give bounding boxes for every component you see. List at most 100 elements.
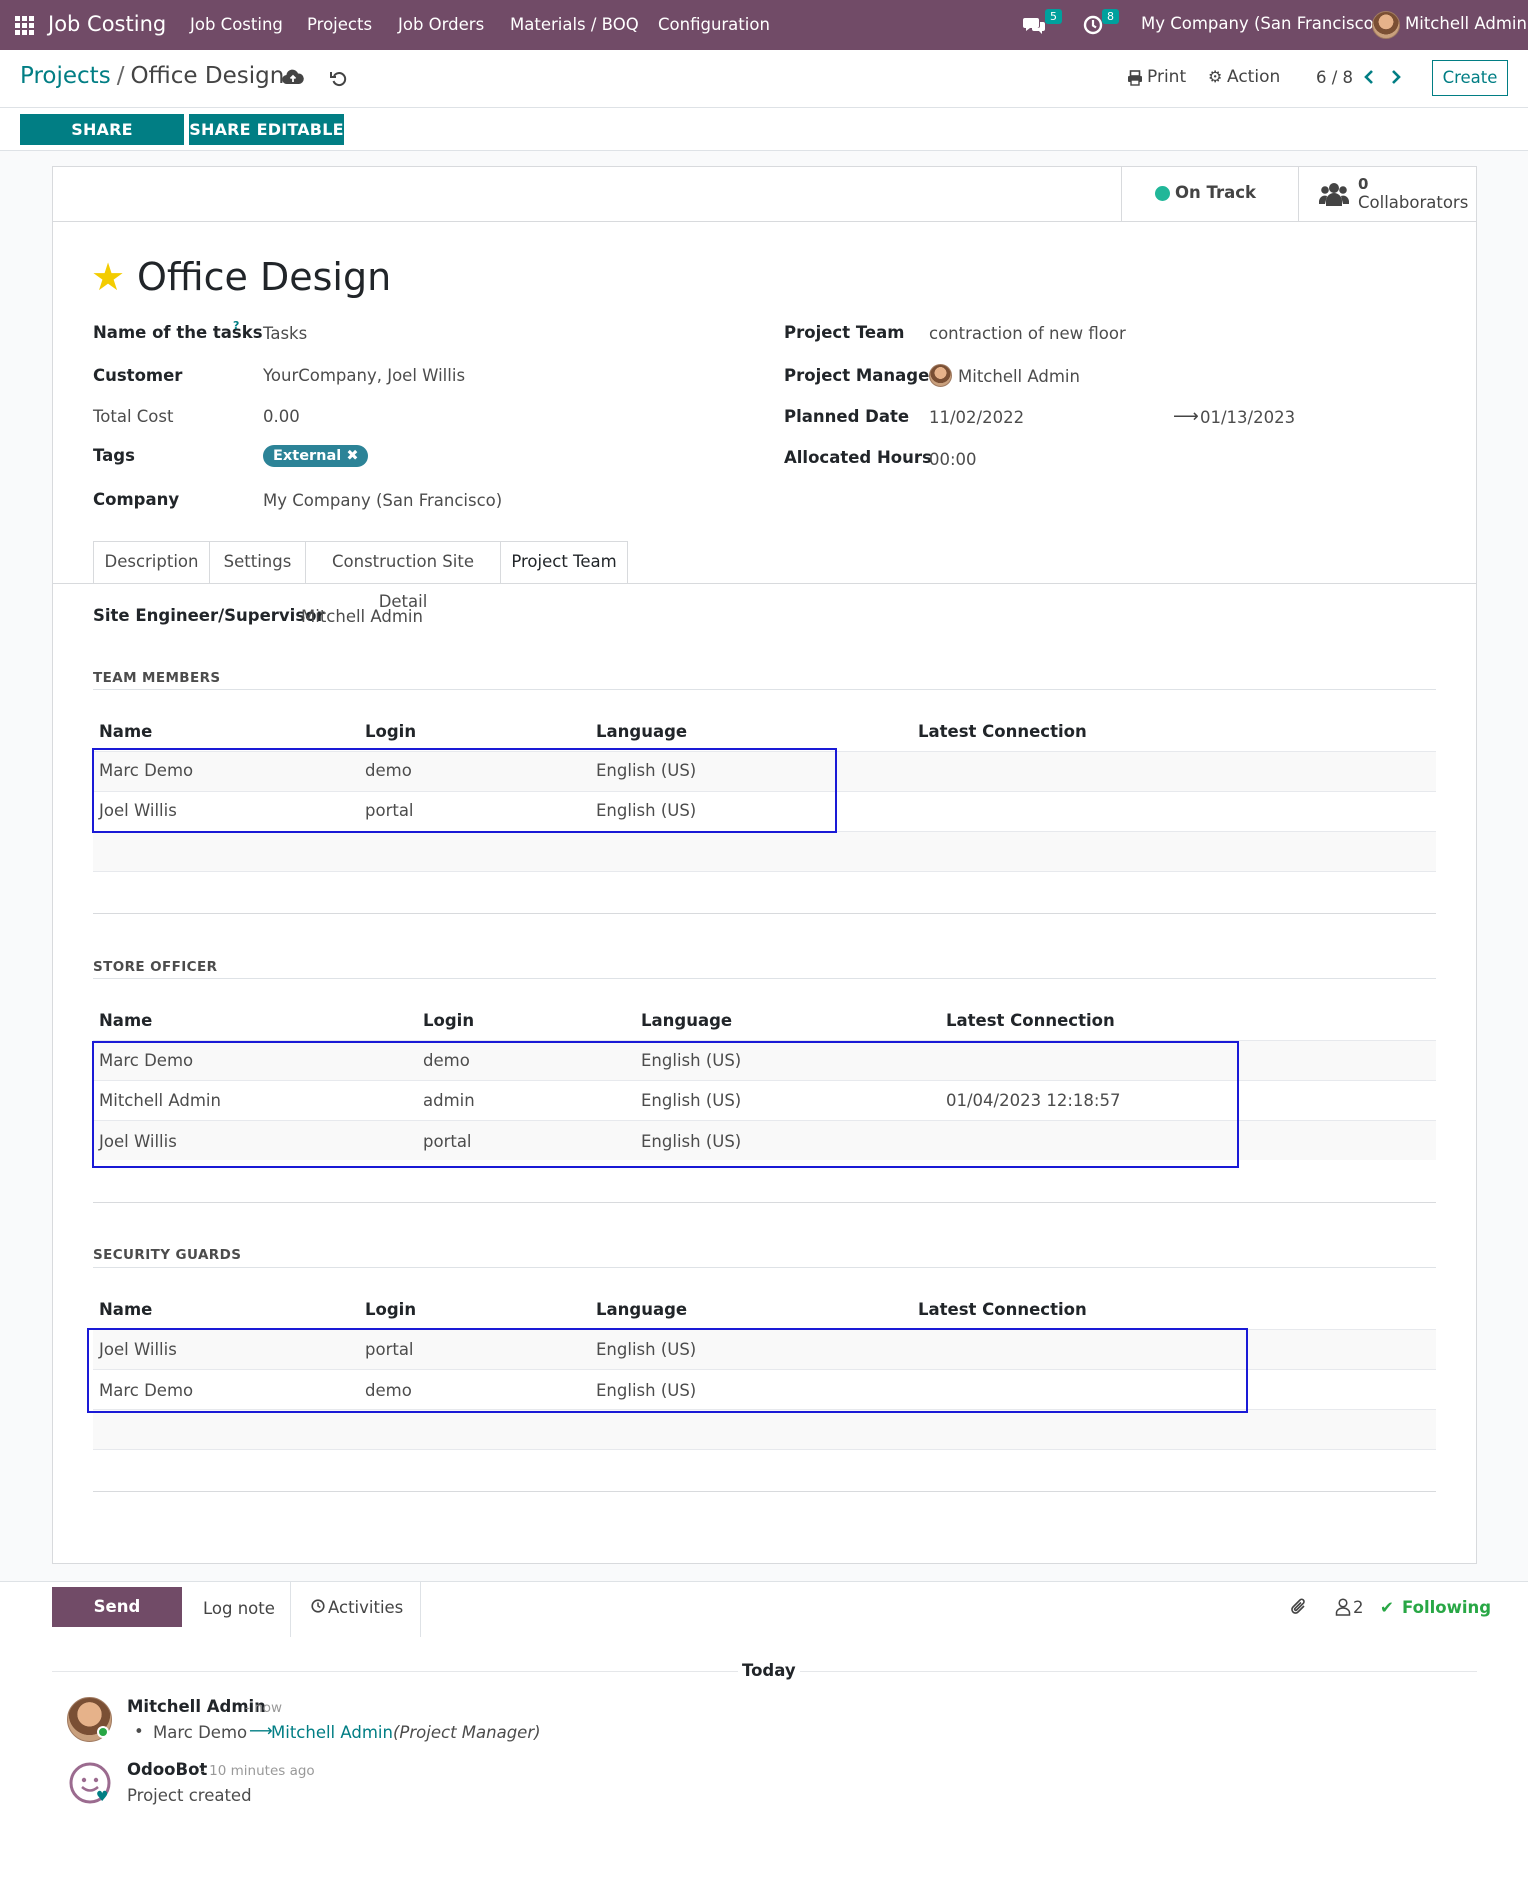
col-header-language[interactable]: Language — [596, 722, 687, 741]
tag-label: External — [273, 448, 342, 464]
following-button[interactable]: Following — [1402, 1598, 1491, 1617]
col-header-name[interactable]: Name — [99, 722, 152, 741]
message-author[interactable]: OdooBot — [127, 1760, 207, 1779]
arrow-right-icon: ⟶ — [1173, 406, 1199, 427]
pager-value[interactable]: 6 / 8 — [1316, 68, 1353, 87]
tag-badge[interactable]: External ✖ — [263, 445, 369, 467]
tab-description[interactable]: Description — [93, 541, 210, 583]
app-menu-icon[interactable] — [15, 16, 34, 35]
breadcrumb-projects[interactable]: Projects — [20, 63, 111, 89]
table-row-empty — [93, 831, 1436, 871]
highlight-box — [92, 748, 837, 833]
divider — [420, 1581, 421, 1637]
menu-projects[interactable]: Projects — [307, 15, 372, 34]
table-row-empty — [93, 871, 1436, 911]
chevron-right-icon[interactable] — [1390, 69, 1402, 85]
top-navbar: Job Costing Job Costing Projects Job Ord… — [0, 0, 1528, 50]
create-button[interactable]: Create — [1432, 60, 1508, 96]
user-menu[interactable]: Mitchell Admin — [1405, 14, 1527, 33]
tracking-new-value[interactable]: Mitchell Admin — [271, 1723, 393, 1742]
field-customer[interactable]: YourCompany, Joel Willis — [263, 366, 465, 385]
print-button[interactable]: Print — [1147, 67, 1186, 87]
user-avatar[interactable] — [1372, 11, 1400, 39]
col-header-latest-connection[interactable]: Latest Connection — [918, 1300, 1087, 1319]
company-switcher[interactable]: My Company (San Francisco) — [1141, 14, 1380, 33]
field-allocated-hours[interactable]: 00:00 — [929, 450, 977, 469]
collaborators-button[interactable]: 0 Collaborators — [1298, 167, 1476, 221]
discard-undo-icon[interactable] — [330, 69, 348, 87]
field-label-tags: Tags — [93, 446, 135, 465]
share-editable-button[interactable]: SHARE EDITABLE — [189, 114, 344, 145]
col-header-language[interactable]: Language — [596, 1300, 687, 1319]
manager-avatar — [929, 364, 952, 387]
section-divider — [93, 978, 1436, 979]
menu-job-orders[interactable]: Job Orders — [398, 15, 484, 34]
collaborators-count: 0 — [1358, 175, 1369, 193]
form-sheet: On Track 0 Collaborators ★ Office Design… — [52, 166, 1477, 1564]
tracking-field-name: (Project Manager) — [393, 1723, 541, 1742]
gear-icon[interactable]: ⚙ — [1208, 67, 1222, 86]
menu-job-costing[interactable]: Job Costing — [190, 15, 283, 34]
field-total-cost: 0.00 — [263, 407, 300, 426]
col-header-login[interactable]: Login — [365, 1300, 416, 1319]
followers-user-icon[interactable] — [1335, 1598, 1351, 1616]
send-message-button[interactable]: Send message — [52, 1587, 182, 1656]
field-label-site-engineer: Site Engineer/Supervisor — [93, 606, 325, 625]
heart-icon: ♥ — [96, 1789, 109, 1805]
field-site-engineer[interactable]: Mitchell Admin — [301, 607, 423, 626]
activity-clock-icon[interactable] — [1083, 15, 1103, 35]
field-planned-date-start[interactable]: 11/02/2022 — [929, 408, 1024, 427]
cloud-save-icon[interactable] — [282, 68, 304, 86]
activities-badge: 8 — [1102, 9, 1119, 24]
section-security-guards: SECURITY GUARDS — [93, 1247, 242, 1263]
date-separator: Today — [738, 1661, 800, 1680]
col-header-login[interactable]: Login — [423, 1011, 474, 1030]
activities-button[interactable]: Activities — [328, 1598, 403, 1617]
share-readonly-button[interactable]: SHARE READONLY — [20, 114, 184, 170]
field-project-team[interactable]: contraction of new floor — [929, 324, 1126, 343]
breadcrumb-separator: / — [116, 63, 125, 89]
favorite-star-icon[interactable]: ★ — [91, 255, 125, 299]
field-label-allocated-hours: Allocated Hours — [784, 448, 932, 467]
field-label-project-team: Project Team — [784, 323, 905, 342]
remove-tag-icon[interactable]: ✖ — [346, 448, 358, 464]
field-label-company: Company — [93, 490, 180, 509]
field-planned-date-end[interactable]: 01/13/2023 — [1200, 408, 1295, 427]
chevron-left-icon[interactable] — [1363, 69, 1375, 85]
field-label-project-manager: Project Manager — [784, 366, 938, 385]
paperclip-icon[interactable] — [1290, 1597, 1308, 1617]
col-header-login[interactable]: Login — [365, 722, 416, 741]
col-header-name[interactable]: Name — [99, 1300, 152, 1319]
message-time: - now — [245, 1700, 283, 1716]
menu-configuration[interactable]: Configuration — [658, 15, 770, 34]
field-project-manager[interactable]: Mitchell Admin — [958, 367, 1080, 386]
help-tooltip-icon[interactable]: ? — [233, 319, 239, 332]
status-button[interactable]: On Track — [1121, 167, 1298, 221]
message-body: Project created — [127, 1786, 252, 1805]
field-company[interactable]: My Company (San Francisco) — [263, 491, 502, 510]
menu-materials-boq[interactable]: Materials / BOQ — [510, 15, 639, 34]
tab-construction-site-detail[interactable]: Construction Site Detail — [305, 541, 501, 611]
field-task-name[interactable]: Tasks — [263, 324, 307, 343]
col-header-language[interactable]: Language — [641, 1011, 732, 1030]
section-divider — [93, 689, 1436, 690]
print-icon[interactable] — [1127, 70, 1143, 86]
section-team-members: TEAM MEMBERS — [93, 670, 221, 686]
collaborators-label: Collaborators — [1358, 193, 1469, 212]
check-icon: ✔ — [1380, 1598, 1394, 1617]
action-button[interactable]: Action — [1227, 67, 1280, 87]
tab-project-team[interactable]: Project Team — [500, 541, 628, 584]
field-label-customer: Customer — [93, 366, 183, 385]
tab-settings[interactable]: Settings — [209, 541, 306, 583]
app-name[interactable]: Job Costing — [48, 12, 166, 36]
project-title[interactable]: Office Design — [137, 255, 391, 299]
followers-count[interactable]: 2 — [1353, 1598, 1364, 1617]
log-note-button[interactable]: Log note — [203, 1599, 275, 1618]
users-icon — [1319, 183, 1349, 206]
col-header-latest-connection[interactable]: Latest Connection — [918, 722, 1087, 741]
messages-icon[interactable] — [1023, 16, 1045, 35]
col-header-latest-connection[interactable]: Latest Connection — [946, 1011, 1115, 1030]
col-header-name[interactable]: Name — [99, 1011, 152, 1030]
clock-icon — [311, 1599, 325, 1613]
button-box: On Track 0 Collaborators — [53, 167, 1476, 222]
